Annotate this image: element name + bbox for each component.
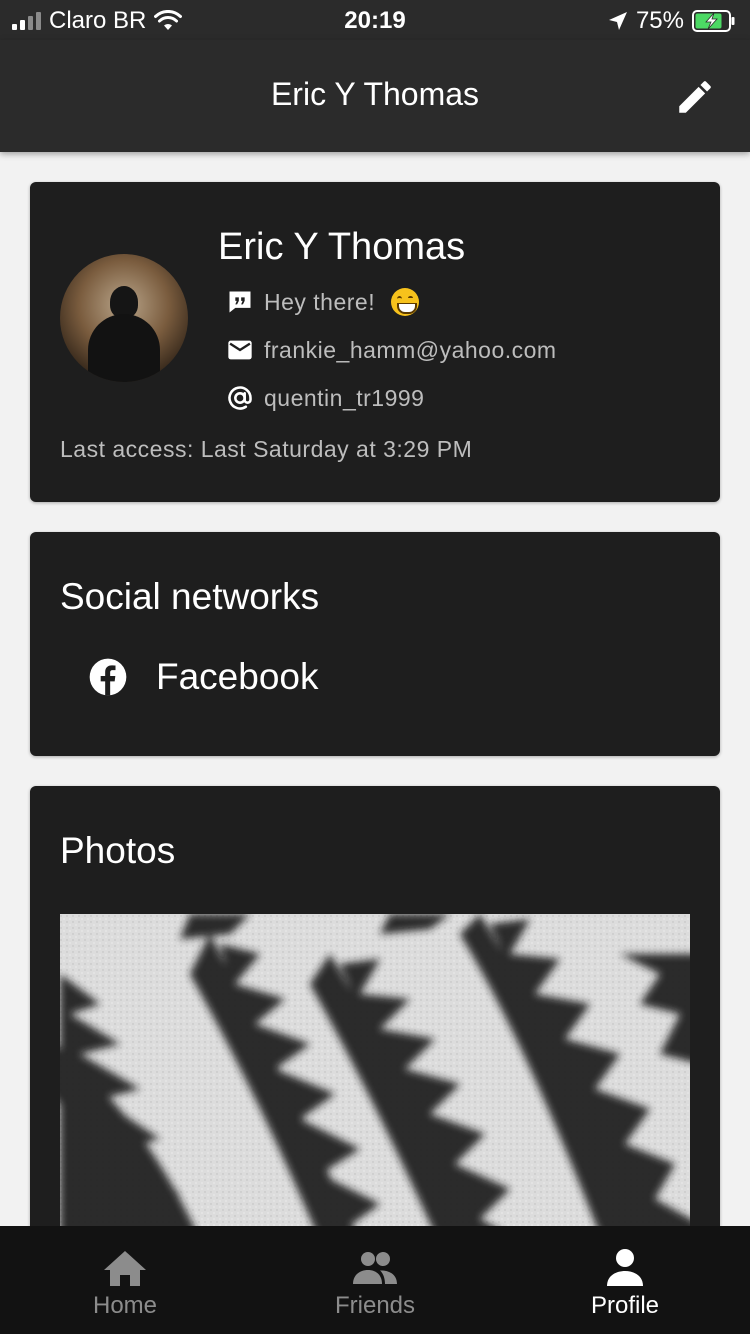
profile-card: Eric Y Thomas Hey there! frankie_hamm@ya… <box>30 182 720 502</box>
nav-label-friends: Friends <box>334 1292 416 1319</box>
nav-label-home: Home <box>92 1292 158 1319</box>
battery-percent: 75% <box>635 7 684 34</box>
quote-bubble-icon <box>229 291 251 313</box>
username-row: quentin_tr1999 <box>226 384 424 412</box>
social-networks-title: Social networks <box>60 576 320 617</box>
battery-charging-icon <box>692 10 735 32</box>
social-networks-card: Social networks Facebook <box>30 532 720 756</box>
username-text: quentin_tr1999 <box>264 384 425 411</box>
nav-item-friends[interactable]: Friends <box>250 1226 500 1334</box>
mail-icon <box>228 340 252 360</box>
home-icon <box>104 1251 146 1286</box>
edit-pencil-icon[interactable] <box>674 76 716 118</box>
nav-item-profile[interactable]: Profile <box>500 1226 750 1334</box>
profile-name: Eric Y Thomas <box>218 226 466 268</box>
facebook-label: Facebook <box>156 656 319 697</box>
email-row: frankie_hamm@yahoo.com <box>226 336 557 364</box>
last-access-text: Last access: Last Saturday at 3:29 PM <box>60 436 473 462</box>
people-icon <box>353 1252 397 1284</box>
location-arrow-icon <box>608 12 627 30</box>
status-message: Hey there! <box>264 288 376 315</box>
social-item-facebook[interactable]: Facebook <box>88 656 319 698</box>
nav-label-profile: Profile <box>590 1292 660 1319</box>
person-icon <box>607 1249 643 1286</box>
app-bar: Eric Y Thomas <box>0 40 750 152</box>
status-bar: Claro BR 20:19 75% <box>0 0 750 40</box>
avatar <box>60 254 188 382</box>
email-text: frankie_hamm@yahoo.com <box>264 336 557 363</box>
bottom-navigation: Home Friends Profile <box>0 1226 750 1334</box>
facebook-icon <box>89 658 127 696</box>
status-right: 75% <box>608 7 736 35</box>
grinning-face-emoji-icon <box>391 288 420 316</box>
nav-item-home[interactable]: Home <box>0 1226 250 1334</box>
page-title: Eric Y Thomas <box>270 76 480 112</box>
at-sign-icon <box>228 386 252 410</box>
status-message-row: Hey there! <box>226 288 420 316</box>
photos-title: Photos <box>60 830 176 871</box>
